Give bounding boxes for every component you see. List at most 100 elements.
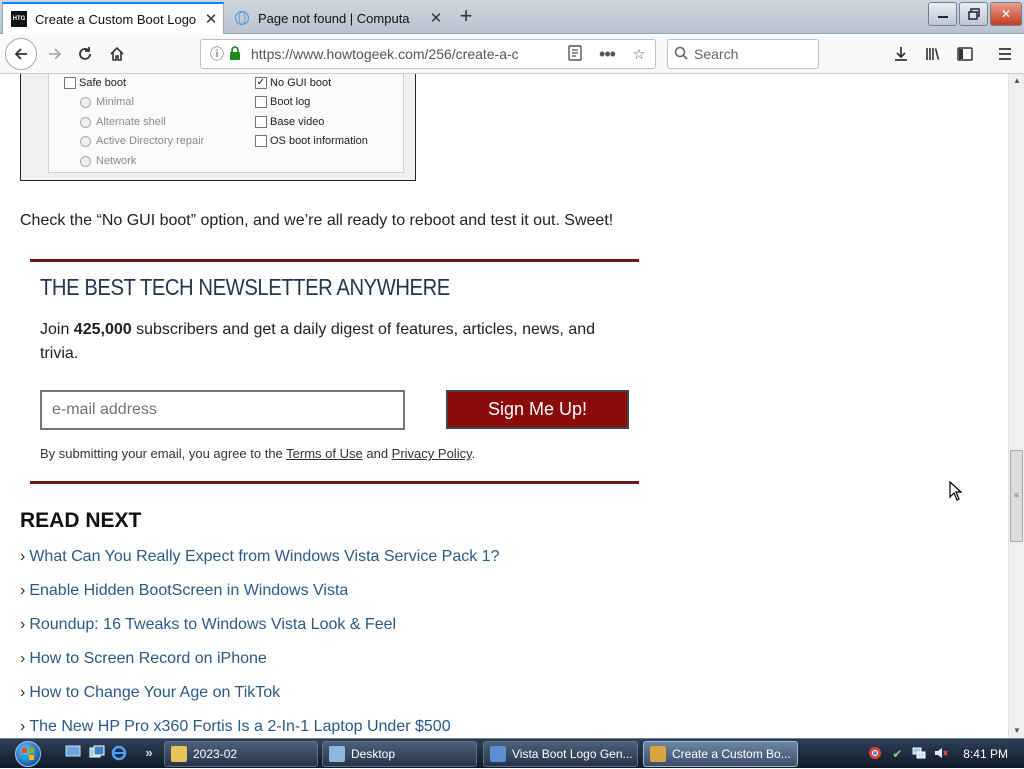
htg-favicon-icon: HTG bbox=[11, 11, 27, 27]
checkbox-icon bbox=[255, 116, 267, 128]
taskbar-item-browser[interactable]: Create a Custom Bo... bbox=[643, 741, 798, 767]
read-next-link[interactable]: › How to Change Your Age on TikTok bbox=[20, 684, 499, 718]
downloads-button[interactable] bbox=[886, 39, 916, 69]
network-icon[interactable] bbox=[911, 746, 927, 762]
read-next-heading: READ NEXT bbox=[20, 509, 142, 532]
option-label: Active Directory repair bbox=[96, 135, 205, 147]
link-text[interactable]: How to Screen Record on iPhone bbox=[29, 650, 266, 667]
switch-windows-icon[interactable] bbox=[88, 745, 106, 763]
search-input[interactable]: Search bbox=[667, 39, 819, 69]
terms-of-use-link[interactable]: Terms of Use bbox=[286, 446, 363, 461]
link-text[interactable]: Roundup: 16 Tweaks to Windows Vista Look… bbox=[29, 616, 396, 633]
boot-options-screenshot: Safe boot Minimal Alternate shell Active… bbox=[20, 74, 416, 181]
taskbar: » 2023-02 Desktop Vista Boot Logo Gen...… bbox=[0, 738, 1024, 768]
address-bar[interactable]: ⓘ https://www.howtogeek.com/256/create-a… bbox=[200, 39, 656, 69]
restore-button[interactable] bbox=[959, 2, 988, 26]
library-button[interactable] bbox=[918, 39, 948, 69]
minimize-button[interactable] bbox=[928, 2, 957, 26]
link-text[interactable]: The New HP Pro x360 Fortis Is a 2-In-1 L… bbox=[29, 718, 450, 735]
tab-active[interactable]: HTG Create a Custom Boot Logo for ✕ bbox=[2, 2, 224, 34]
task-label: Create a Custom Bo... bbox=[672, 747, 791, 761]
browser-app-icon bbox=[650, 746, 666, 762]
new-tab-button[interactable]: + bbox=[452, 4, 480, 30]
checkbox-icon bbox=[255, 135, 267, 147]
task-label: Vista Boot Logo Gen... bbox=[512, 747, 633, 761]
taskbar-item-desktop[interactable]: Desktop bbox=[322, 741, 477, 767]
taskbar-item-folder[interactable]: 2023-02 bbox=[164, 741, 318, 767]
scroll-down-arrow-icon[interactable]: ▼ bbox=[1009, 724, 1024, 738]
sidebar-button[interactable] bbox=[950, 39, 980, 69]
home-button[interactable] bbox=[102, 39, 132, 69]
close-tab-icon[interactable]: ✕ bbox=[199, 10, 223, 28]
close-tab-icon[interactable]: ✕ bbox=[424, 9, 448, 27]
clock[interactable]: 8:41 PM bbox=[963, 747, 1008, 761]
system-tray: ✔ 8:41 PM bbox=[867, 739, 1024, 769]
url-text[interactable]: https://www.howtogeek.com/256/create-a-c bbox=[247, 46, 559, 62]
task-label: 2023-02 bbox=[193, 747, 238, 761]
show-desktop-icon[interactable] bbox=[64, 745, 82, 763]
tab-inactive[interactable]: Page not found | Computa ✕ bbox=[226, 2, 448, 34]
scrollbar-thumb[interactable]: ≡ bbox=[1010, 450, 1023, 542]
checkbox-icon bbox=[64, 77, 76, 89]
task-label: Desktop bbox=[351, 747, 396, 761]
privacy-policy-link[interactable]: Privacy Policy bbox=[392, 446, 472, 461]
read-next-link[interactable]: › Roundup: 16 Tweaks to Windows Vista Loo… bbox=[20, 616, 499, 650]
chrome-icon[interactable] bbox=[867, 746, 883, 762]
quicklaunch-more-icon[interactable]: » bbox=[140, 745, 158, 763]
sidebar-icon bbox=[957, 47, 973, 61]
home-icon bbox=[110, 46, 124, 61]
menu-button[interactable] bbox=[990, 39, 1020, 69]
desc-prefix: Join bbox=[40, 321, 74, 338]
back-button[interactable] bbox=[5, 38, 37, 70]
newsletter-title: THE BEST TECH NEWSLETTER ANYWHERE bbox=[40, 274, 450, 300]
link-text[interactable]: How to Change Your Age on TikTok bbox=[29, 684, 280, 701]
read-next-link[interactable]: › How to Screen Record on iPhone bbox=[20, 650, 499, 684]
volume-muted-icon[interactable] bbox=[933, 746, 949, 762]
link-text[interactable]: What Can You Really Expect from Windows … bbox=[29, 548, 499, 565]
close-window-button[interactable]: ✕ bbox=[990, 2, 1022, 26]
subscriber-count: 425,000 bbox=[73, 321, 132, 338]
link-text[interactable]: Enable Hidden BootScreen in Windows Vist… bbox=[29, 582, 348, 599]
taskbar-item-boot-logo-gen[interactable]: Vista Boot Logo Gen... bbox=[483, 741, 638, 767]
reload-button[interactable] bbox=[70, 39, 100, 69]
radio-icon bbox=[80, 135, 91, 147]
option-label: OS boot information bbox=[270, 135, 368, 147]
minimal-option: Minimal bbox=[80, 96, 134, 108]
option-label: No GUI boot bbox=[270, 77, 332, 89]
newsletter-legal-text: By submitting your email, you agree to t… bbox=[40, 446, 475, 461]
hamburger-menu-icon bbox=[999, 48, 1011, 60]
article-paragraph: Check the “No GUI boot” option, and we’r… bbox=[20, 212, 614, 229]
reload-icon bbox=[79, 47, 91, 60]
navigation-toolbar: ⓘ https://www.howtogeek.com/256/create-a… bbox=[0, 35, 1024, 74]
reader-view-icon[interactable] bbox=[559, 44, 591, 64]
internet-explorer-icon[interactable] bbox=[110, 745, 128, 763]
lock-icon bbox=[229, 45, 247, 63]
email-field[interactable] bbox=[40, 390, 405, 430]
read-next-link[interactable]: › The New HP Pro x360 Fortis Is a 2-In-1 … bbox=[20, 718, 499, 738]
network-option: Network bbox=[80, 155, 136, 167]
no-gui-boot-option: ✓ No GUI boot bbox=[255, 77, 331, 89]
read-next-link[interactable]: › Enable Hidden BootScreen in Windows Vis… bbox=[20, 582, 499, 616]
forward-button[interactable] bbox=[40, 39, 70, 69]
legal-prefix: By submitting your email, you agree to t… bbox=[40, 446, 287, 461]
loading-globe-icon bbox=[234, 10, 250, 26]
mouse-cursor-icon bbox=[949, 481, 963, 501]
bookmark-star-icon[interactable]: ☆ bbox=[623, 46, 655, 63]
vertical-scrollbar[interactable]: ▲ ≡ ▼ bbox=[1008, 74, 1024, 738]
info-icon[interactable]: ⓘ bbox=[205, 44, 229, 64]
chevron-right-icon: › bbox=[20, 684, 26, 701]
sign-up-button[interactable]: Sign Me Up! bbox=[446, 390, 629, 429]
security-shield-icon[interactable]: ✔ bbox=[889, 746, 905, 762]
newsletter-box: THE BEST TECH NEWSLETTER ANYWHERE Join 4… bbox=[30, 259, 639, 484]
scroll-up-arrow-icon[interactable]: ▲ bbox=[1009, 74, 1024, 88]
page-actions-icon[interactable]: ••• bbox=[591, 44, 623, 65]
chevron-right-icon: › bbox=[20, 718, 26, 735]
radio-icon bbox=[80, 96, 91, 108]
radio-icon bbox=[80, 155, 91, 167]
legal-and: and bbox=[362, 446, 392, 461]
desktop-folder-icon bbox=[329, 746, 345, 762]
option-label: Network bbox=[96, 155, 137, 167]
read-next-link[interactable]: › What Can You Really Expect from Windows… bbox=[20, 548, 499, 582]
start-button[interactable] bbox=[6, 739, 50, 769]
option-label: Base video bbox=[270, 116, 325, 128]
